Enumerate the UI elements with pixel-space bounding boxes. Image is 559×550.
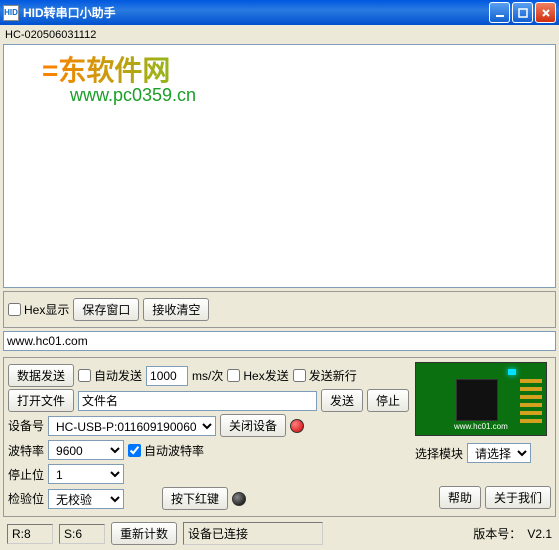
save-window-button[interactable]: 保存窗口 xyxy=(73,298,139,321)
send-newline-checkbox[interactable]: 发送新行 xyxy=(293,367,357,384)
watermark: =东软件网 www.pc0359.cn xyxy=(42,49,196,106)
module-image: www.hc01.com xyxy=(415,362,547,436)
interval-input[interactable] xyxy=(146,366,188,386)
auto-send-label: 自动发送 xyxy=(94,367,142,384)
parity-select[interactable]: 无校验 xyxy=(48,489,124,509)
baud-label: 波特率 xyxy=(8,442,44,459)
about-us-button[interactable]: 关于我们 xyxy=(485,486,551,509)
black-indicator-icon xyxy=(232,492,246,506)
auto-send-checkbox[interactable]: 自动发送 xyxy=(78,367,142,384)
parity-label: 检验位 xyxy=(8,490,44,507)
version-value: V2.1 xyxy=(527,527,552,541)
status-bar: R:8 S:6 重新计数 设备已连接 版本号： V2.1 xyxy=(3,520,556,547)
stop-button[interactable]: 停止 xyxy=(367,389,409,412)
reset-count-button[interactable]: 重新计数 xyxy=(111,522,177,545)
hex-send-label: Hex发送 xyxy=(243,367,288,384)
minimize-button[interactable] xyxy=(489,2,510,23)
version-label: 版本号： xyxy=(473,525,521,542)
send-button[interactable]: 发送 xyxy=(321,389,363,412)
stop-bit-select[interactable]: 1 xyxy=(48,464,124,484)
status-s: S:6 xyxy=(59,524,105,544)
baud-select[interactable]: 9600 xyxy=(48,440,124,460)
open-file-button[interactable]: 打开文件 xyxy=(8,389,74,412)
device-label: HC-020506031112 xyxy=(3,28,556,42)
hex-display-label: Hex显示 xyxy=(24,301,69,318)
receive-toolbar: Hex显示 保存窗口 接收清空 xyxy=(3,291,556,328)
send-newline-label: 发送新行 xyxy=(309,367,357,384)
status-r: R:8 xyxy=(7,524,53,544)
data-send-button[interactable]: 数据发送 xyxy=(8,364,74,387)
device-no-label: 设备号 xyxy=(8,417,44,434)
receive-textarea[interactable]: =东软件网 www.pc0359.cn xyxy=(3,44,556,288)
select-module-select[interactable]: 请选择 xyxy=(467,443,531,463)
watermark-text: =东软件网 xyxy=(42,49,196,89)
file-name-input[interactable] xyxy=(78,391,317,411)
stop-bit-label: 停止位 xyxy=(8,466,44,483)
help-button[interactable]: 帮助 xyxy=(439,486,481,509)
auto-baud-label: 自动波特率 xyxy=(144,442,204,459)
app-icon: HID xyxy=(3,5,19,21)
window-title: HID转串口小助手 xyxy=(23,4,487,21)
select-module-label: 选择模块 xyxy=(415,445,463,462)
maximize-button[interactable] xyxy=(512,2,533,23)
interval-unit: ms/次 xyxy=(192,367,223,384)
watermark-url: www.pc0359.cn xyxy=(70,85,196,106)
hex-send-checkbox[interactable]: Hex发送 xyxy=(227,367,288,384)
press-red-key-button[interactable]: 按下红键 xyxy=(162,487,228,510)
status-connected: 设备已连接 xyxy=(183,522,323,545)
receive-clear-button[interactable]: 接收清空 xyxy=(143,298,209,321)
close-button[interactable] xyxy=(535,2,556,23)
device-no-select[interactable]: HC-USB-P:011609190060 xyxy=(48,416,216,436)
send-input[interactable] xyxy=(3,331,556,351)
hex-display-checkbox[interactable]: Hex显示 xyxy=(8,301,69,318)
auto-baud-checkbox[interactable]: 自动波特率 xyxy=(128,442,204,459)
red-indicator-icon xyxy=(290,419,304,433)
titlebar: HID HID转串口小助手 xyxy=(0,0,559,25)
close-device-button[interactable]: 关闭设备 xyxy=(220,414,286,437)
